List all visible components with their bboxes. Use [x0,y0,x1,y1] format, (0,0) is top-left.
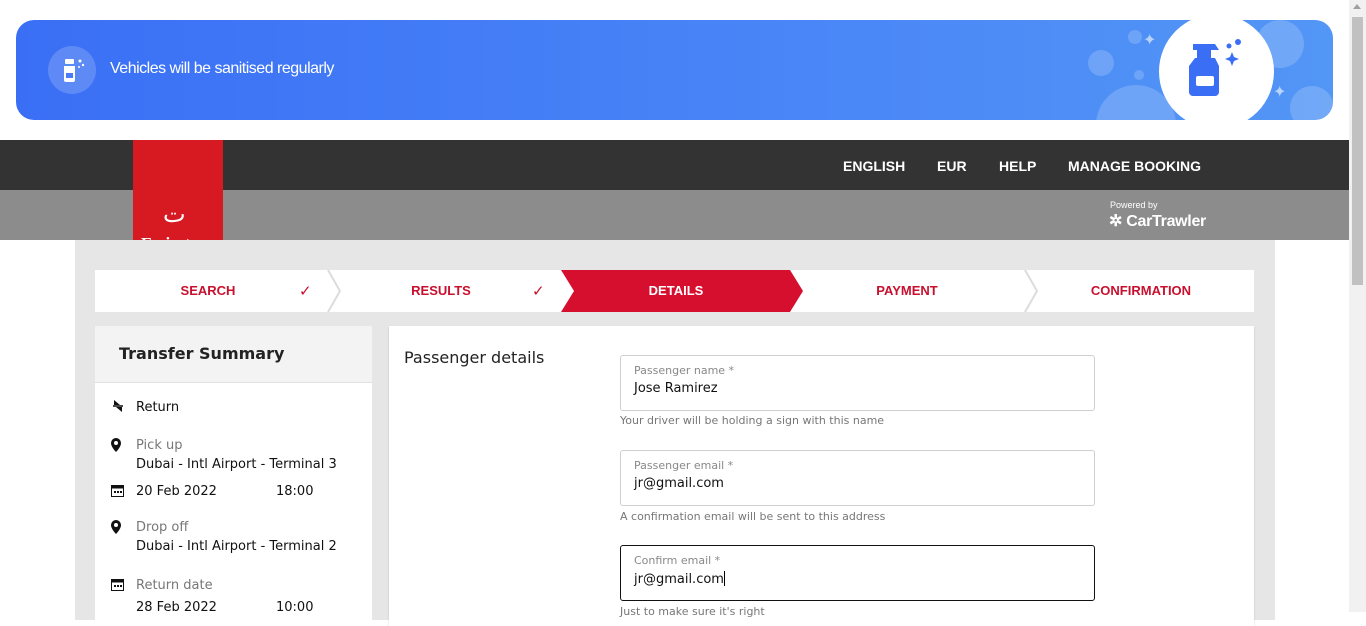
banner-message: Vehicles will be sanitised regularly [110,60,334,77]
cartrawler-logo: ✲ CarTrawler [1109,211,1206,231]
passenger-name-label: Passenger name * [634,364,735,377]
cartrawler-name: CarTrawler [1126,213,1206,230]
passenger-email-input[interactable]: jr@gmail.com [634,476,1074,491]
calendar-icon [111,484,124,501]
scroll-thumb[interactable] [1352,17,1363,285]
page-scrollbar[interactable] [1349,0,1366,612]
passenger-name-input[interactable]: Jose Ramirez [634,381,1074,396]
emirates-logo-glyph: ﺕ [163,200,186,228]
passenger-details-card: Passenger details Passenger name * Jose … [389,326,1254,626]
calendar-icon [111,578,124,595]
confirm-email-label: Confirm email * [634,554,721,567]
powered-by-label: Powered by [1110,200,1158,210]
return-date-label: Return date [136,578,213,593]
passenger-email-field[interactable]: Passenger email * jr@gmail.com [620,450,1095,506]
confirm-email-text: jr@gmail.com [634,572,724,587]
decor-bubble [1128,30,1142,44]
pickup-time: 18:00 [276,484,314,499]
cartrawler-mark-icon: ✲ [1109,213,1123,230]
decor-bubble [1134,70,1144,80]
sparkle-icon: ✦ [1143,30,1157,49]
trip-type: Return [136,400,180,415]
check-icon: ✓ [299,282,312,300]
pickup-location: Dubai - Intl Airport - Terminal 3 [136,457,337,472]
scroll-up-arrow-icon[interactable] [1353,4,1361,9]
summary-header: Transfer Summary [95,326,372,383]
help-link[interactable]: HELP [999,158,1036,174]
step-label: SEARCH [180,283,236,298]
step-label: RESULTS [411,283,471,298]
decor-bubble [1290,86,1333,120]
dropoff-label: Drop off [136,520,189,535]
step-label: CONFIRMATION [1090,283,1192,298]
passenger-email-label: Passenger email * [634,459,734,472]
check-icon: ✓ [532,282,545,300]
dropoff-location: Dubai - Intl Airport - Terminal 2 [136,539,337,554]
confirm-email-input[interactable]: jr@gmail.com [634,571,1074,587]
spray-bottle-icon [48,46,96,94]
spray-badge [1159,20,1274,120]
transfer-summary-card: Transfer Summary Return Pick up Dubai - … [95,326,372,626]
return-date: 28 Feb 2022 [136,600,217,615]
pickup-label: Pick up [136,438,183,453]
passenger-email-hint: A confirmation email will be sent to thi… [620,510,886,523]
return-arrows-icon [111,398,125,418]
language-selector[interactable]: ENGLISH [843,158,905,174]
passenger-name-field[interactable]: Passenger name * Jose Ramirez [620,355,1095,411]
step-label: PAYMENT [876,283,938,298]
booking-steps: SEARCH ✓ RESULTS ✓ DETAILS PAYMENT CONFI… [95,270,1254,312]
step-results[interactable]: RESULTS [335,270,547,312]
step-confirmation[interactable]: CONFIRMATION [1034,270,1248,312]
text-caret [723,571,725,586]
return-time: 10:00 [276,600,314,615]
promo-banner: Vehicles will be sanitised regularly ✦ ✦ [16,20,1333,120]
passenger-details-title: Passenger details [404,348,545,367]
step-label: DETAILS [648,283,704,298]
currency-selector[interactable]: EUR [937,158,967,174]
passenger-name-hint: Your driver will be holding a sign with … [620,414,885,427]
pickup-date: 20 Feb 2022 [136,484,217,499]
location-pin-icon [111,520,121,538]
decor-bubble [1088,50,1114,76]
confirm-email-field[interactable]: Confirm email * jr@gmail.com [620,545,1095,601]
location-pin-icon [111,438,121,456]
step-payment[interactable]: PAYMENT [801,270,1013,312]
step-search[interactable]: SEARCH [95,270,321,312]
manage-booking-link[interactable]: MANAGE BOOKING [1068,158,1201,174]
sparkle-icon: ✦ [1273,82,1287,101]
summary-title: Transfer Summary [119,344,285,363]
